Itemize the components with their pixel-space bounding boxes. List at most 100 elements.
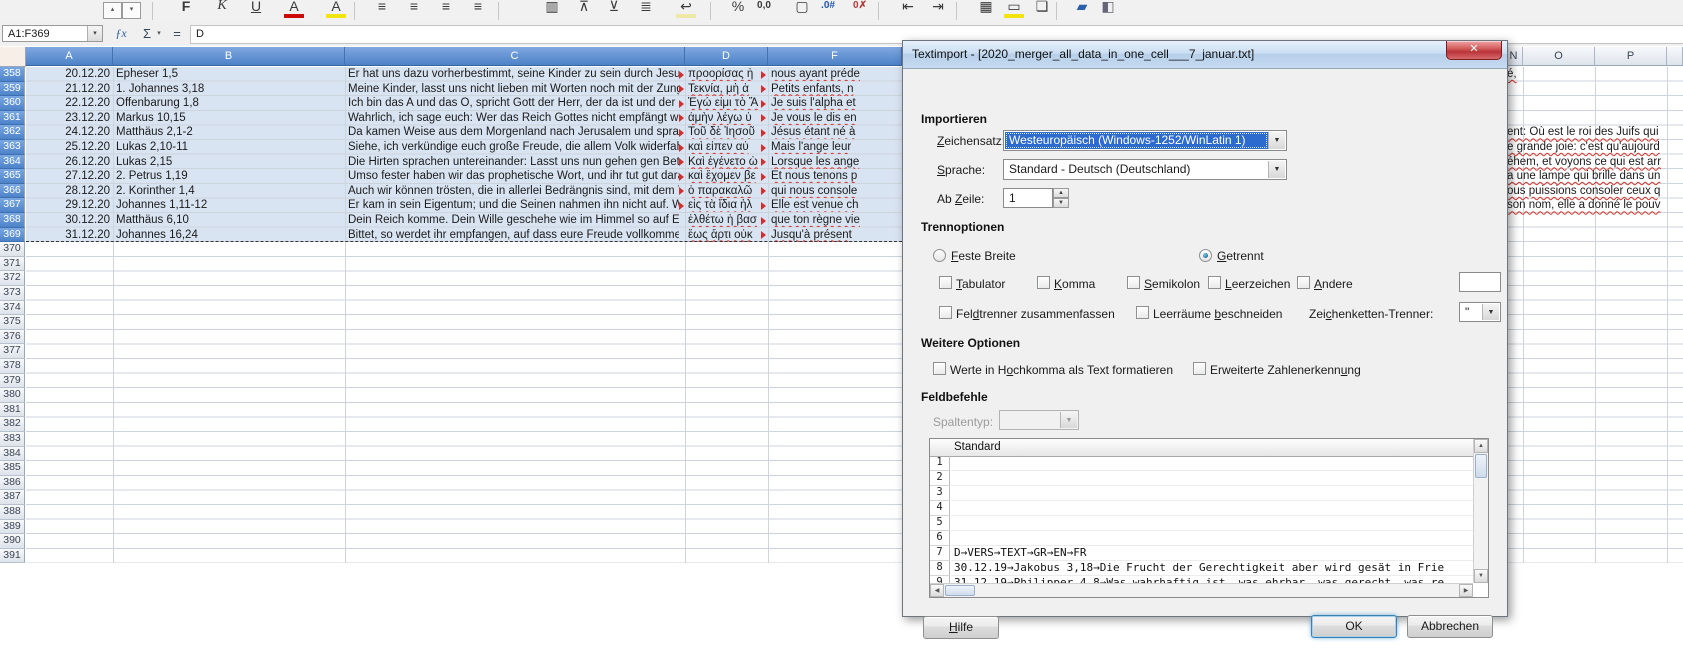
- highlight-color-icon[interactable]: A: [322, 0, 350, 21]
- getrennt-radio[interactable]: [1199, 249, 1212, 262]
- zahlenerkennung-checkbox[interactable]: [1193, 362, 1206, 375]
- cell-text-gr[interactable]: προορίσας ἡ: [688, 68, 762, 81]
- column-header-C[interactable]: C: [345, 47, 685, 66]
- increase-indent-icon[interactable]: ⇥: [924, 0, 952, 21]
- cell-text-fr[interactable]: Jusqu'à présent: [771, 229, 902, 242]
- cell-text-fr[interactable]: nous ayant préde: [771, 68, 902, 81]
- row-header-364[interactable]: 364: [0, 155, 25, 170]
- percent-format-icon[interactable]: %: [724, 0, 752, 21]
- align-right-icon[interactable]: ≡: [432, 0, 460, 21]
- zeichensatz-dropdown-icon[interactable]: ▼: [1268, 132, 1285, 149]
- row-header-370[interactable]: 370: [0, 242, 25, 257]
- cell-date[interactable]: 22.12.20: [26, 97, 110, 110]
- tabulator-checkbox[interactable]: [939, 276, 952, 289]
- cell-text-gr[interactable]: Τοῦ δὲ Ἰησοῦ: [688, 126, 762, 139]
- cell-text-de[interactable]: Meine Kinder, lasst uns nicht lieben mit…: [348, 83, 679, 96]
- scroll-left-icon[interactable]: ◀: [930, 584, 944, 597]
- ok-button[interactable]: OK: [1311, 615, 1397, 638]
- align-top-icon[interactable]: ⊼: [570, 0, 598, 21]
- function-wizard-button[interactable]: ƒx: [110, 25, 132, 42]
- cell-reference[interactable]: Johannes 1,11-12: [116, 199, 343, 212]
- tabulator-label[interactable]: Tabulator: [956, 277, 1005, 291]
- trenner-dropdown-icon[interactable]: ▼: [1482, 304, 1499, 320]
- ab-zeile-input[interactable]: 1: [1003, 188, 1053, 208]
- row-header-361[interactable]: 361: [0, 111, 25, 126]
- hscroll-thumb[interactable]: [945, 585, 975, 596]
- row-header-389[interactable]: 389: [0, 520, 25, 535]
- cell-reference[interactable]: 2. Korinther 1,4: [116, 185, 343, 198]
- zeichenketten-trenner-select[interactable]: " ▼: [1459, 302, 1501, 322]
- scroll-up-icon[interactable]: ▲: [1474, 439, 1488, 453]
- cell-reference[interactable]: 2. Petrus 1,19: [116, 170, 343, 183]
- row-header-387[interactable]: 387: [0, 490, 25, 505]
- dialog-titlebar[interactable]: Textimport - [2020_merger_all_data_in_on…: [903, 41, 1507, 69]
- cell-text-gr[interactable]: ἕως ἄρτι οὐκ: [688, 229, 762, 242]
- andere-label[interactable]: Andere: [1314, 277, 1353, 291]
- cell-reference[interactable]: Johannes 16,24: [116, 229, 343, 242]
- cell-date[interactable]: 29.12.20: [26, 199, 110, 212]
- cell-reference[interactable]: Matthäus 2,1-2: [116, 126, 343, 139]
- cell-text-de[interactable]: Siehe, ich verkündige euch große Freude,…: [348, 141, 679, 154]
- cell-reference[interactable]: Lukas 2,10-11: [116, 141, 343, 154]
- cell-text-de[interactable]: Da kamen Weise aus dem Morgenland nach J…: [348, 126, 679, 139]
- zeichensatz-select[interactable]: Westeuropäisch (Windows-1252/WinLatin 1)…: [1003, 130, 1287, 151]
- underline-icon[interactable]: U: [242, 0, 270, 21]
- row-header-386[interactable]: 386: [0, 476, 25, 491]
- wrap-text-icon[interactable]: ↩: [672, 0, 700, 21]
- cell-text-de[interactable]: Ich bin das A und das O, spricht Gott de…: [348, 97, 679, 110]
- decrease-indent-icon[interactable]: ⇤: [894, 0, 922, 21]
- row-header-388[interactable]: 388: [0, 505, 25, 520]
- row-header-365[interactable]: 365: [0, 169, 25, 184]
- komma-label[interactable]: Komma: [1054, 277, 1095, 291]
- cell-text-de[interactable]: Bittet, so werdet ihr empfangen, auf das…: [348, 229, 679, 242]
- row-header-371[interactable]: 371: [0, 257, 25, 272]
- scroll-down-icon[interactable]: ▼: [1474, 569, 1488, 583]
- row-header-372[interactable]: 372: [0, 271, 25, 286]
- row-header-382[interactable]: 382: [0, 417, 25, 432]
- close-button[interactable]: ✕: [1446, 41, 1502, 60]
- leerraeume-checkbox[interactable]: [1136, 306, 1149, 319]
- cell-text-fr[interactable]: Jésus étant né à: [771, 126, 902, 139]
- cell-text-gr[interactable]: καὶ ἔχομεν βε: [688, 170, 762, 183]
- cell-text-de[interactable]: Er kam in sein Eigentum; und die Seinen …: [348, 199, 679, 212]
- semikolon-label[interactable]: Semikolon: [1144, 277, 1200, 291]
- feldtrenner-checkbox[interactable]: [939, 306, 952, 319]
- font-size-down-icon[interactable]: ▾: [122, 2, 141, 19]
- row-header-378[interactable]: 378: [0, 359, 25, 374]
- zahlenerkennung-label[interactable]: Erweiterte Zahlenerkennung: [1210, 363, 1361, 377]
- row-header-374[interactable]: 374: [0, 301, 25, 316]
- leerraeume-label[interactable]: Leerräume beschneiden: [1153, 307, 1282, 321]
- row-header-366[interactable]: 366: [0, 184, 25, 199]
- partial-icon[interactable]: ◧: [1094, 0, 1122, 21]
- row-header-377[interactable]: 377: [0, 344, 25, 359]
- insert-chart-icon[interactable]: ▰: [1068, 0, 1096, 21]
- cell-text-gr[interactable]: ἀμὴν λέγω ὑ: [688, 112, 762, 125]
- cell-reference[interactable]: Lukas 2,15: [116, 156, 343, 169]
- cell-text-fr[interactable]: Lorsque les ange: [771, 156, 902, 169]
- cell-text-de[interactable]: Umso fester haben wir das prophetische W…: [348, 170, 679, 183]
- vscroll-thumb[interactable]: [1475, 454, 1487, 478]
- row-header-359[interactable]: 359: [0, 82, 25, 97]
- cell-text-fr[interactable]: Petits enfants, n: [771, 83, 902, 96]
- row-header-373[interactable]: 373: [0, 286, 25, 301]
- cell-text-de[interactable]: Die Hirten sprachen untereinander: Lasst…: [348, 156, 679, 169]
- cell-date[interactable]: 30.12.20: [26, 214, 110, 227]
- column-header-O[interactable]: O: [1523, 47, 1595, 66]
- cell-date[interactable]: 25.12.20: [26, 141, 110, 154]
- hochkomma-label[interactable]: Werte in Hochkomma als Text formatieren: [950, 363, 1173, 377]
- row-header-376[interactable]: 376: [0, 330, 25, 345]
- italic-icon[interactable]: K: [208, 0, 236, 21]
- row-header-368[interactable]: 368: [0, 213, 25, 228]
- hilfe-button[interactable]: Hilfe: [923, 616, 999, 639]
- preview-horizontal-scrollbar[interactable]: ◀ ▶: [930, 583, 1473, 597]
- column-header-partial[interactable]: [1667, 47, 1683, 66]
- cell-text-fr[interactable]: Je suis l'alpha et: [771, 97, 902, 110]
- cell-date[interactable]: 28.12.20: [26, 185, 110, 198]
- cell-text-gr[interactable]: Καὶ ἐγένετο ὡ: [688, 156, 762, 169]
- cell-text-de[interactable]: Wahrlich, ich sage euch: Wer das Reich G…: [348, 112, 679, 125]
- font-size-up-icon[interactable]: ▴: [103, 2, 122, 19]
- cell-text-gr[interactable]: ὁ παρακαλῶ: [688, 185, 762, 198]
- cell-text-fr[interactable]: Et nous tenons p: [771, 170, 902, 183]
- column-header-P[interactable]: P: [1595, 47, 1667, 66]
- add-decimal-icon[interactable]: .0#: [814, 0, 842, 21]
